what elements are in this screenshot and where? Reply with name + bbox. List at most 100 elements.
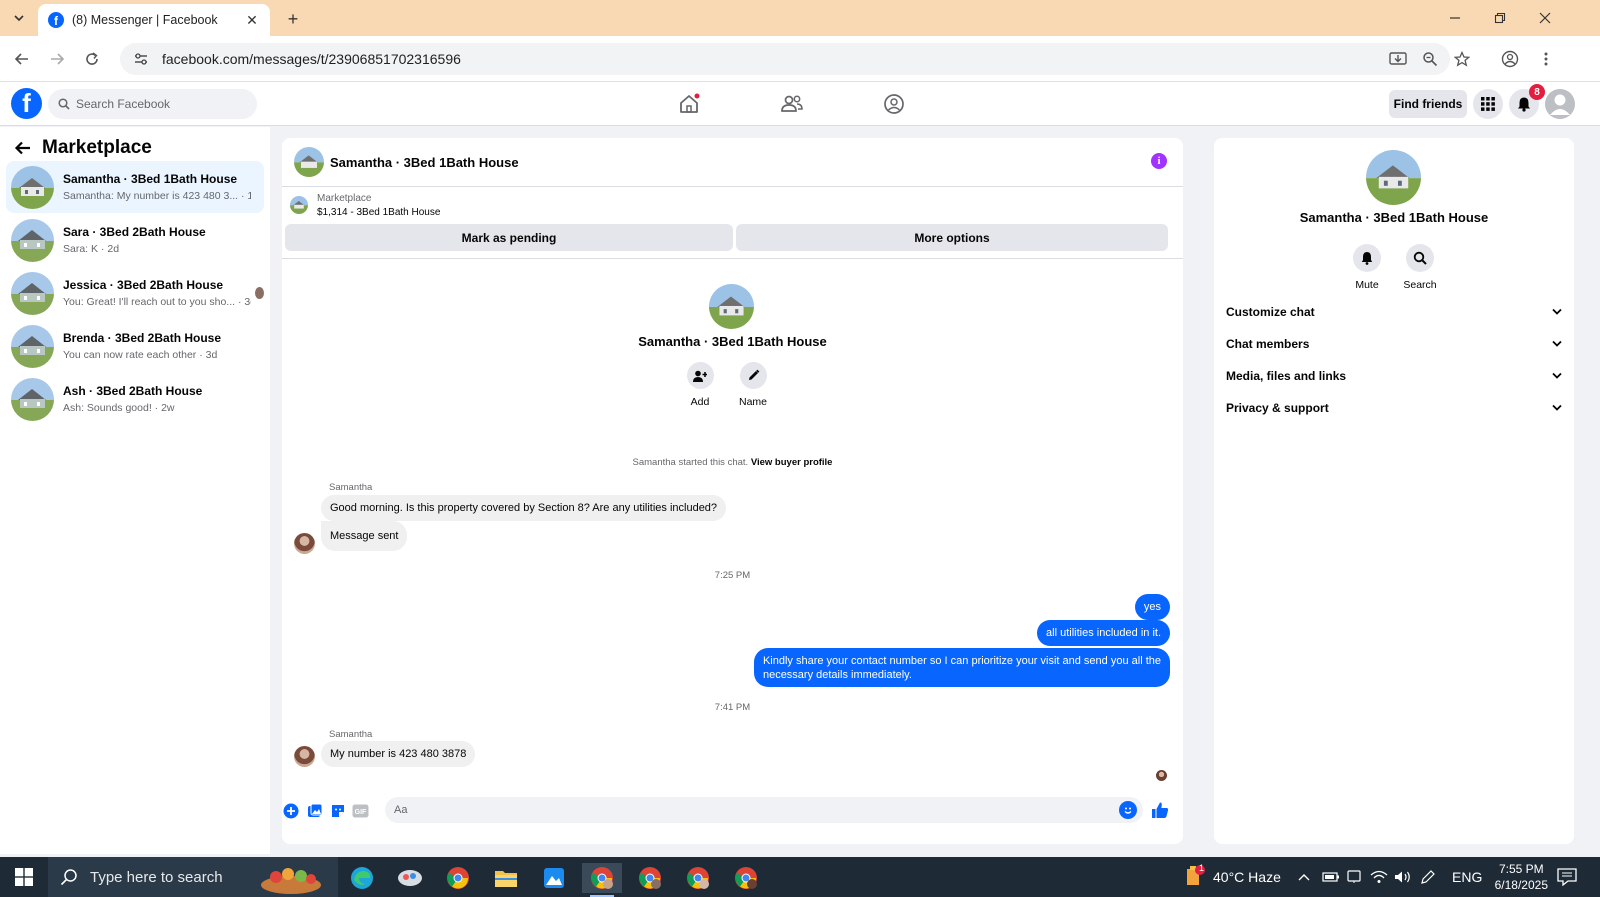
incoming-message[interactable]: Good morning. Is this property covered b… — [321, 495, 727, 521]
profile-icon[interactable] — [1498, 47, 1522, 71]
add-people-button[interactable]: Add — [680, 362, 720, 408]
house-thumbnail — [11, 324, 54, 368]
menu-grid-button[interactable] — [1473, 89, 1503, 119]
back-arrow-icon[interactable] — [12, 137, 34, 159]
battery-icon[interactable] — [1322, 857, 1340, 897]
outgoing-message-line: necessary details immediately. — [762, 668, 912, 681]
address-bar[interactable]: facebook.com/messages/t/2390685170231659… — [120, 43, 1450, 75]
sender-avatar[interactable] — [294, 746, 315, 767]
section-label: Privacy & support — [1226, 401, 1329, 415]
conversation-item[interactable]: Sara · 3Bed 2Bath House Sara: K · 2d — [6, 214, 264, 266]
bell-icon — [1361, 252, 1373, 265]
chrome-profile-taskbar-icon[interactable] — [726, 863, 766, 893]
conversation-item[interactable]: Brenda · 3Bed 2Bath House You can now ra… — [6, 320, 264, 372]
listing-summary[interactable]: Marketplace $1,314 - 3Bed 1Bath House — [290, 190, 440, 220]
photos-taskbar-icon[interactable] — [534, 863, 574, 893]
media-files-links-section[interactable]: Media, files and links — [1226, 362, 1562, 390]
conversation-preview: Samantha: My number is 423 480 3... · 14… — [63, 190, 251, 202]
groups-nav-icon[interactable] — [880, 91, 908, 117]
conversation-item[interactable]: Samantha · 3Bed 1Bath House Samantha: My… — [6, 161, 264, 213]
chrome-taskbar-icon[interactable] — [438, 863, 478, 893]
meet-now-icon[interactable] — [1346, 857, 1362, 897]
message-input-container[interactable] — [385, 797, 1143, 823]
clock[interactable]: 7:55 PM 6/18/2025 — [1495, 861, 1548, 893]
home-nav-icon[interactable] — [675, 91, 703, 117]
chat-members-section[interactable]: Chat members — [1226, 330, 1562, 358]
seen-avatar — [255, 287, 264, 299]
conversation-item[interactable]: Jessica · 3Bed 2Bath House You: Great! I… — [6, 267, 264, 319]
notification-center-icon[interactable] — [1557, 857, 1577, 897]
thumbs-up-icon[interactable] — [1150, 800, 1170, 820]
info-name: Samantha · 3Bed 1Bath House — [1299, 210, 1489, 225]
info-icon[interactable]: i — [1151, 153, 1167, 169]
facebook-search-input[interactable] — [76, 97, 246, 111]
facebook-search[interactable] — [48, 89, 257, 119]
close-window-icon[interactable] — [1533, 6, 1557, 30]
chrome-profile-taskbar-icon[interactable] — [630, 863, 670, 893]
conversation-name: Jessica · 3Bed 2Bath House — [63, 278, 224, 292]
wifi-icon[interactable] — [1370, 857, 1388, 897]
file-explorer-taskbar-icon[interactable] — [486, 863, 526, 893]
bell-icon — [1518, 97, 1530, 112]
chrome-profile-taskbar-icon-active[interactable] — [582, 863, 622, 897]
volume-icon[interactable] — [1394, 857, 1412, 897]
chat-info-panel: Samantha · 3Bed 1Bath House Mute Search … — [1214, 138, 1574, 844]
friends-nav-icon[interactable] — [778, 91, 806, 117]
sender-avatar[interactable] — [294, 533, 315, 554]
privacy-support-section[interactable]: Privacy & support — [1226, 394, 1562, 422]
tab-search-button[interactable] — [6, 6, 32, 30]
search-label: Search — [1403, 279, 1437, 291]
minimize-icon[interactable] — [1443, 6, 1467, 30]
zoom-icon[interactable] — [1418, 47, 1442, 71]
back-button[interactable] — [10, 47, 34, 71]
bookmark-star-icon[interactable] — [1450, 47, 1474, 71]
browser-menu-icon[interactable] — [1534, 47, 1558, 71]
weather-widget[interactable]: 1 40°C Haze — [1183, 857, 1281, 897]
search-in-chat-button[interactable]: Search — [1397, 244, 1443, 291]
incoming-message[interactable]: Message sent — [321, 521, 408, 551]
facebook-logo-icon[interactable]: f — [11, 88, 42, 119]
plus-circle-icon[interactable] — [282, 802, 299, 819]
tab-close-icon[interactable]: ✕ — [244, 12, 260, 28]
edge-taskbar-icon[interactable] — [342, 863, 382, 893]
restore-icon[interactable] — [1488, 6, 1512, 30]
customize-chat-section[interactable]: Customize chat — [1226, 298, 1562, 326]
mute-button[interactable]: Mute — [1344, 244, 1390, 291]
language-indicator[interactable]: ENG — [1452, 857, 1482, 897]
notifications-button[interactable]: 8 — [1509, 84, 1545, 119]
chat-title[interactable]: Samantha · 3Bed 1Bath House — [330, 155, 519, 170]
taskbar-search[interactable]: Type here to search — [48, 857, 338, 897]
install-app-icon[interactable] — [1386, 47, 1410, 71]
weather-badge: 1 — [1199, 863, 1205, 873]
windows-start-button[interactable] — [0, 857, 48, 897]
site-info-icon[interactable] — [132, 50, 150, 68]
gif-icon[interactable]: GIF — [352, 802, 369, 819]
forward-button[interactable] — [45, 47, 69, 71]
photo-icon[interactable] — [306, 802, 323, 819]
account-avatar[interactable] — [1545, 89, 1575, 119]
conversation-name: Samantha · 3Bed 1Bath House — [63, 172, 238, 186]
outgoing-message[interactable]: all utilities included in it. — [1037, 620, 1170, 646]
browser-tab-active[interactable]: f (8) Messenger | Facebook ✕ — [38, 4, 270, 36]
emoji-icon[interactable] — [1119, 801, 1137, 819]
conversation-item[interactable]: Ash · 3Bed 2Bath House Ash: Sounds good!… — [6, 373, 264, 425]
outgoing-message[interactable]: yes — [1134, 594, 1170, 620]
outgoing-message[interactable]: Kindly share your contact number so I ca… — [753, 648, 1170, 687]
edit-name-button[interactable]: Name — [733, 362, 773, 408]
arrow-left-icon — [14, 53, 28, 65]
view-buyer-profile-link[interactable]: View buyer profile — [751, 457, 833, 468]
sticker-icon[interactable] — [329, 802, 346, 819]
chrome-profile-taskbar-icon[interactable] — [678, 863, 718, 893]
tray-chevron-up-icon[interactable] — [1298, 857, 1310, 897]
reload-button[interactable] — [80, 47, 104, 71]
incoming-message[interactable]: My number is 423 480 3878 — [321, 741, 476, 767]
app-taskbar-icon[interactable] — [390, 863, 430, 893]
message-input[interactable] — [394, 804, 1094, 816]
pen-icon[interactable] — [1420, 857, 1436, 897]
new-tab-button[interactable]: + — [282, 8, 304, 30]
mark-as-pending-button[interactable]: Mark as pending — [285, 224, 733, 251]
left-header: Marketplace — [12, 133, 152, 163]
find-friends-button[interactable]: Find friends — [1389, 90, 1467, 118]
chat-header-avatar[interactable] — [294, 147, 324, 177]
more-options-button[interactable]: More options — [736, 224, 1168, 251]
